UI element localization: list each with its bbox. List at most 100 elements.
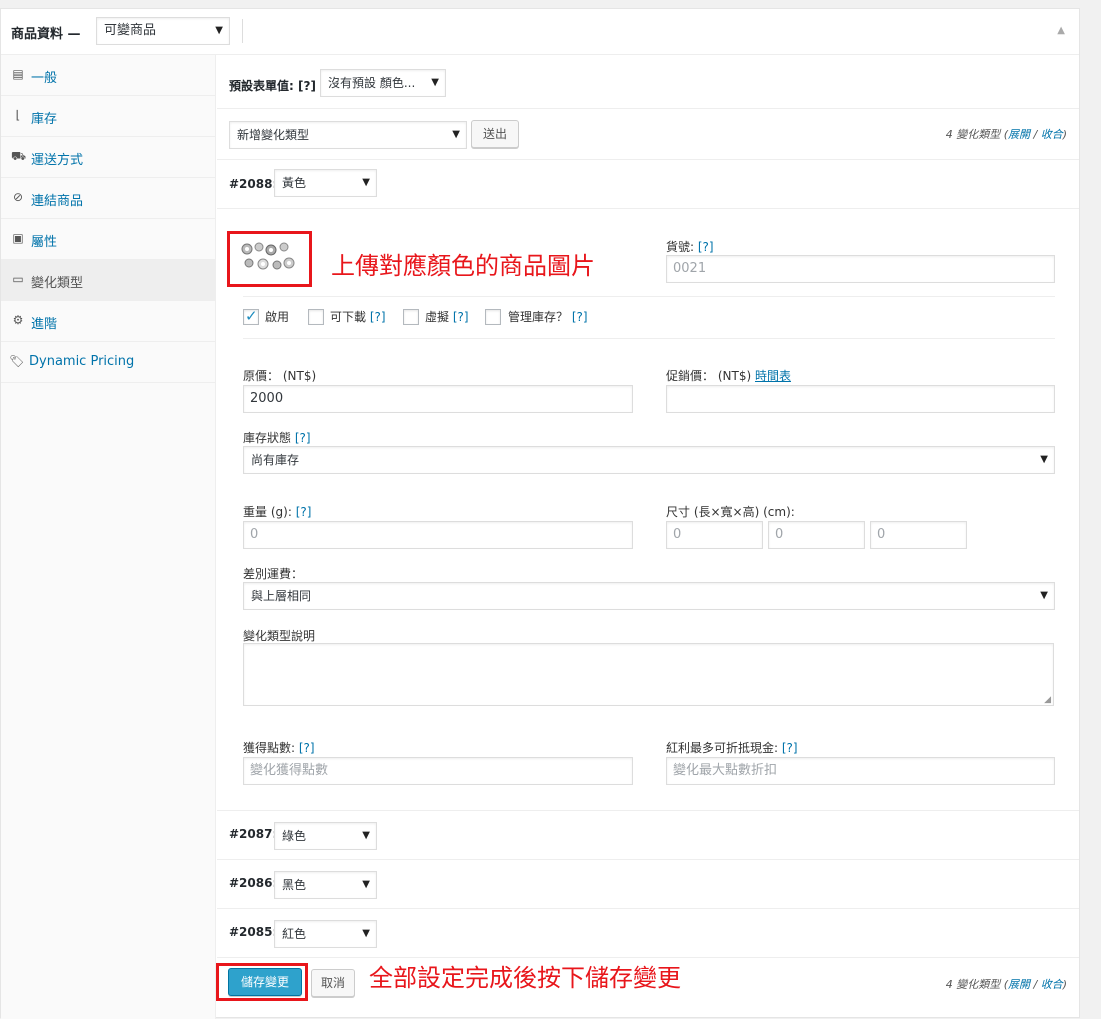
variation-color-select[interactable]: 黑色 ▼: [274, 871, 377, 899]
variation-color-select[interactable]: 綠色 ▼: [274, 822, 377, 850]
advanced-icon: ⚙: [12, 313, 24, 327]
weight-label: 重量 (g): [?]: [243, 503, 311, 520]
divider: [243, 338, 1055, 339]
tab-variations[interactable]: ▭ 變化類型: [1, 260, 216, 301]
tab-shipping[interactable]: ⛟ 運送方式: [1, 137, 216, 178]
sale-price-label: 促銷價： (NT$) 時間表: [666, 367, 791, 384]
chevron-down-icon: ▼: [362, 879, 370, 890]
chevron-down-icon: ▼: [1040, 454, 1048, 465]
stock-status-value: 尚有庫存: [251, 453, 300, 467]
cancel-button[interactable]: 取消: [311, 969, 355, 997]
max-discount-help[interactable]: [?]: [782, 741, 798, 755]
resize-handle-icon[interactable]: ◢: [1044, 695, 1051, 705]
go-button[interactable]: 送出: [471, 120, 519, 148]
tab-shipping-label: 運送方式: [31, 153, 84, 168]
general-icon: ▤: [12, 67, 24, 81]
variation-color-select[interactable]: 紅色 ▼: [274, 920, 377, 948]
tab-attributes[interactable]: ▣ 屬性: [1, 219, 216, 260]
variation-row[interactable]: #2085: 紅色 ▼: [217, 908, 1079, 957]
expand-all-link[interactable]: 展開: [1008, 978, 1030, 991]
tag-icon: 🏷: [9, 354, 25, 368]
sku-help[interactable]: [?]: [698, 240, 714, 254]
sale-price-currency: (NT$): [717, 369, 752, 383]
panel-header: 商品資料 — 可變商品 ▼ ▲: [1, 9, 1079, 55]
attributes-icon: ▣: [12, 231, 24, 245]
tab-advanced[interactable]: ⚙ 進階: [1, 301, 216, 342]
points-input[interactable]: 變化獲得點數: [243, 757, 633, 785]
enabled-label: 啟用: [265, 310, 290, 324]
stock-status-help[interactable]: [?]: [295, 431, 311, 445]
divider: [217, 108, 1079, 109]
tab-inventory[interactable]: ⌊ 庫存: [1, 96, 216, 137]
sale-price-text: 促銷價：: [666, 369, 715, 383]
paren: ): [1062, 978, 1067, 991]
weight-help[interactable]: [?]: [296, 505, 312, 519]
variation-id: #2087:: [229, 827, 278, 841]
variation-row[interactable]: #2087: 綠色 ▼: [217, 810, 1079, 859]
default-color-value: 沒有預設 顏色...: [328, 76, 416, 90]
variation-image-thumbnail[interactable]: [239, 239, 299, 277]
default-form-values-label: 預設表單值: [?]: [229, 77, 316, 94]
downloadable-text: 可下載: [330, 310, 367, 324]
downloadable-checkbox[interactable]: [308, 309, 324, 325]
width-input[interactable]: 0: [768, 521, 865, 549]
collapse-panel-icon[interactable]: ▲: [1057, 25, 1065, 36]
weight-text: 重量: [243, 505, 268, 519]
downloadable-help[interactable]: [?]: [370, 310, 386, 324]
shipping-class-select[interactable]: 與上層相同 ▼: [243, 582, 1055, 610]
expand-all-link[interactable]: 展開: [1008, 128, 1030, 141]
collapse-all-link[interactable]: 收合: [1041, 128, 1063, 141]
upload-image-annotation: 上傳對應顏色的商品圖片: [331, 252, 595, 280]
enabled-checkbox[interactable]: [243, 307, 259, 325]
default-form-values-help[interactable]: [?]: [298, 79, 316, 93]
tab-linked-products[interactable]: ⊘ 連結商品: [1, 178, 216, 219]
tab-general[interactable]: ▤ 一般: [1, 55, 216, 96]
max-discount-label: 紅利最多可折抵現金: [?]: [666, 739, 798, 756]
chevron-down-icon: ▼: [452, 129, 460, 140]
points-text: 獲得點數:: [243, 741, 296, 755]
manage-stock-label: 管理庫存？ [?]: [508, 308, 588, 325]
length-input[interactable]: 0: [666, 521, 763, 549]
variation-color-value: 黃色: [282, 176, 307, 190]
chevron-down-icon: ▼: [362, 830, 370, 841]
variation-count-top: 4 變化類型 (展開 / 收合): [917, 126, 1067, 142]
default-form-values-text: 預設表單值:: [229, 79, 294, 93]
tab-variations-label: 變化類型: [31, 276, 84, 291]
product-data-tabs: ▤ 一般 ⌊ 庫存 ⛟ 運送方式 ⊘ 連結商品 ▣ 屬性 ▭ 變化類型 ⚙ 進階…: [1, 55, 216, 1019]
separator: /: [1030, 978, 1041, 991]
schedule-link[interactable]: 時間表: [755, 369, 791, 383]
manage-stock-checkbox[interactable]: [485, 309, 501, 325]
variation-id: #2085:: [229, 925, 278, 939]
product-data-panel: 商品資料 — 可變商品 ▼ ▲ ▤ 一般 ⌊ 庫存 ⛟ 運送方式 ⊘ 連結商品 …: [0, 8, 1080, 1019]
description-textarea[interactable]: ◢: [243, 643, 1054, 706]
points-help[interactable]: [?]: [299, 741, 315, 755]
weight-input[interactable]: 0: [243, 521, 633, 549]
variation-action-select[interactable]: 新增變化類型 ▼: [229, 121, 467, 149]
virtual-help[interactable]: [?]: [453, 310, 469, 324]
sku-label-text: 貨號:: [666, 240, 695, 254]
save-changes-button[interactable]: 儲存變更: [228, 968, 302, 996]
divider: [217, 208, 1079, 209]
variation-color-value: 綠色: [282, 829, 307, 843]
sale-price-input[interactable]: [666, 385, 1055, 413]
stock-status-text: 庫存狀態: [243, 431, 292, 445]
collapse-all-link[interactable]: 收合: [1041, 978, 1063, 991]
variations-icon: ▭: [12, 272, 24, 286]
height-input[interactable]: 0: [870, 521, 967, 549]
default-color-select[interactable]: 沒有預設 顏色... ▼: [320, 69, 446, 97]
stock-status-select[interactable]: 尚有庫存 ▼: [243, 446, 1055, 474]
tab-dynamic-pricing[interactable]: 🏷 Dynamic Pricing: [1, 342, 216, 383]
product-type-select[interactable]: 可變商品 ▼: [96, 17, 230, 45]
variation-count-text: 4 變化類型 (: [945, 128, 1008, 141]
tab-linked-products-label: 連結商品: [31, 194, 84, 209]
virtual-checkbox[interactable]: [403, 309, 419, 325]
sku-input[interactable]: 0021: [666, 255, 1055, 283]
max-discount-input[interactable]: 變化最大點數折扣: [666, 757, 1055, 785]
description-label: 變化類型說明: [243, 629, 316, 643]
page-scrollbar[interactable]: [1088, 0, 1101, 1004]
variation-color-select[interactable]: 黃色 ▼: [274, 169, 377, 197]
variation-row[interactable]: #2086: 黑色 ▼: [217, 859, 1079, 908]
regular-price-input[interactable]: 2000: [243, 385, 633, 413]
separator: /: [1030, 128, 1041, 141]
manage-stock-help[interactable]: [?]: [572, 310, 588, 324]
